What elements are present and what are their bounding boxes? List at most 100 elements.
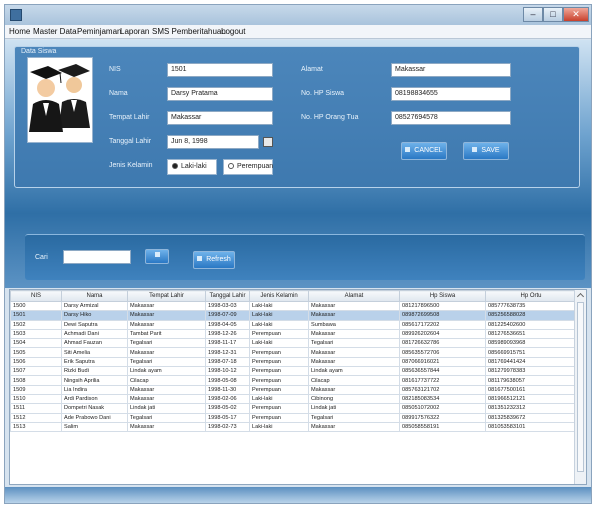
- table-cell: 085669915751: [485, 347, 577, 358]
- table-cell: Makassar: [308, 421, 400, 433]
- calendar-icon[interactable]: [263, 137, 273, 147]
- table-cell: Perempuan: [249, 375, 309, 386]
- field-alamat[interactable]: Makassar: [391, 63, 511, 77]
- search-button[interactable]: [145, 249, 169, 264]
- table-cell: 1505: [10, 347, 62, 358]
- table-cell: Tegalsari: [308, 412, 400, 423]
- student-avatar: [27, 57, 93, 143]
- table-row[interactable]: 1500 Darsy Armizal Makassar 1998-03-03 Laki-…: [10, 300, 577, 312]
- refresh-button[interactable]: Refresh: [193, 251, 235, 269]
- table-cell: Makassar: [308, 356, 400, 368]
- table-row[interactable]: 1506 Erik Saputra Tegalsari 1998-07-18 Perem…: [10, 356, 577, 368]
- table-cell: Perempuan: [249, 356, 309, 368]
- column-header[interactable]: Hp Ortu: [485, 290, 577, 302]
- table-cell: 081325839672: [485, 412, 577, 423]
- table-row[interactable]: 1507 Rizki Budi Lindak ayam 1998-10-12 Perem…: [10, 366, 577, 377]
- cancel-button-label: CANCEL: [414, 147, 443, 154]
- table-cell: 081617737722: [399, 375, 486, 386]
- table-row[interactable]: 1508 Ningsih Aprilia Cilacap 1998-05-08 Pere…: [10, 375, 577, 386]
- search-icon: [154, 252, 160, 257]
- scroll-up-icon[interactable]: [576, 292, 585, 301]
- column-header[interactable]: Tempat Lahir: [127, 290, 206, 302]
- search-input[interactable]: [63, 250, 131, 264]
- table-row[interactable]: 1513 Salim Makassar 1998-02-73 Laki-laki Maka…: [10, 421, 577, 433]
- column-header[interactable]: Hp Siswa: [399, 290, 486, 302]
- table-cell: Rizki Budi: [61, 366, 128, 377]
- vertical-scrollbar[interactable]: [574, 290, 586, 484]
- table-cell: Laki-laki: [249, 310, 309, 321]
- menu-master-data[interactable]: Master Data: [33, 27, 77, 36]
- search-bar: Cari Refresh: [25, 234, 585, 280]
- column-header[interactable]: NIS: [10, 290, 62, 302]
- table-cell: 081351232312: [485, 403, 577, 414]
- radio-laki-laki-label: Laki-laki: [181, 163, 207, 170]
- table-row[interactable]: 1512 Ade Prabowo Dani Tegalsari 1998-05-17 P…: [10, 412, 577, 423]
- table-cell: 1506: [10, 356, 62, 368]
- table-row[interactable]: 1503 Achmadi Dani Tambat Parit 1998-12-26 Pe…: [10, 328, 577, 340]
- field-tanggal-lahir[interactable]: Jun 8, 1998: [167, 135, 259, 149]
- title-bar[interactable]: – □ ✕: [5, 5, 591, 25]
- table-cell: 1998-03-03: [205, 300, 250, 312]
- table-cell: Laki-laki: [249, 319, 309, 330]
- column-header[interactable]: Alamat: [308, 290, 400, 302]
- save-button[interactable]: SAVE: [463, 142, 509, 160]
- table-cell: 1500: [10, 300, 62, 312]
- radio-laki-laki[interactable]: Laki-laki: [167, 159, 217, 175]
- minimize-button[interactable]: –: [523, 7, 543, 22]
- column-header[interactable]: Jenis Kelamin: [249, 290, 309, 302]
- table-row[interactable]: 1502 Dewi Saputra Makassar 1998-04-05 Laki-l…: [10, 319, 577, 330]
- table-cell: 081276536651: [485, 328, 577, 340]
- table-cell: 085256588028: [485, 310, 577, 321]
- table-cell: 085636557844: [399, 366, 486, 377]
- table-cell: Tegalsari: [127, 338, 206, 349]
- table-cell: 1504: [10, 338, 62, 349]
- table-cell: Makassar: [127, 319, 206, 330]
- table-cell: Makassar: [308, 300, 400, 312]
- table-cell: 1503: [10, 328, 62, 340]
- table-cell: Lindak ayam: [308, 366, 400, 377]
- table-cell: Makassar: [127, 347, 206, 358]
- table-body: 1500 Darsy Armizal Makassar 1998-03-03 Laki-…: [10, 300, 577, 433]
- table-row[interactable]: 1501 Darsy Hiko Makassar 1998-07-09 Laki-lak…: [10, 310, 577, 321]
- table-row[interactable]: 1504 Ahmad Fauzan Tegalsari 1998-11-17 Laki-…: [10, 338, 577, 349]
- table-row[interactable]: 1510 Ardi Pardison Makassar 1998-02-06 Laki-…: [10, 393, 577, 405]
- scroll-thumb[interactable]: [577, 302, 584, 472]
- column-header[interactable]: Tanggal Lahir: [205, 290, 250, 302]
- field-tempat-lahir[interactable]: Makassar: [167, 111, 273, 125]
- table-cell: 1998-02-73: [205, 421, 250, 433]
- table-cell: Cilacap: [127, 375, 206, 386]
- panel-title: Data Siswa: [21, 48, 57, 55]
- table-cell: 081966512121: [485, 393, 577, 405]
- menu-bar: Home Master Data Peminjaman Laporan SMS …: [5, 25, 591, 39]
- radio-perempuan[interactable]: Perempuan: [223, 159, 273, 175]
- table-cell: 1998-10-12: [205, 366, 250, 377]
- search-label: Cari: [35, 254, 48, 261]
- label-tanggal-lahir: Tanggal Lahir: [109, 138, 152, 145]
- maximize-button[interactable]: □: [543, 7, 563, 22]
- menu-logout[interactable]: Logout: [221, 27, 245, 36]
- table-cell: 081179638057: [485, 375, 577, 386]
- table-cell: Makassar: [127, 384, 206, 395]
- student-form-panel: Data Siswa NIS 1501 Nama Darsy Pratama T…: [14, 46, 580, 188]
- table-row[interactable]: 1511 Dompetri Nasak Lindak jati 1998-05-02 P…: [10, 403, 577, 414]
- menu-peminjaman[interactable]: Peminjaman: [77, 27, 121, 36]
- table-row[interactable]: 1509 Lia Indira Makassar 1998-11-30 Perempua…: [10, 384, 577, 395]
- table-cell: 1998-11-30: [205, 384, 250, 395]
- field-nama[interactable]: Darsy Pratama: [167, 87, 273, 101]
- table-header: NIS Nama Tempat Lahir Tanggal Lahir Jenis Ke…: [10, 290, 577, 302]
- column-header[interactable]: Nama: [61, 290, 128, 302]
- table-cell: Darsy Hiko: [61, 310, 128, 321]
- table-cell: Ningsih Aprilia: [61, 375, 128, 386]
- menu-sms[interactable]: SMS Pemberitahuan: [152, 27, 226, 36]
- field-no-hp-ortu[interactable]: 08527694578: [391, 111, 511, 125]
- table-cell: 1512: [10, 412, 62, 423]
- table-row[interactable]: 1505 Siti Amelia Makassar 1998-12-31 Perempu…: [10, 347, 577, 358]
- table-cell: Darsy Armizal: [61, 300, 128, 312]
- table-cell: 1502: [10, 319, 62, 330]
- field-nis[interactable]: 1501: [167, 63, 273, 77]
- field-no-hp-siswa[interactable]: 08198834655: [391, 87, 511, 101]
- menu-laporan[interactable]: Laporan: [120, 27, 149, 36]
- menu-home[interactable]: Home: [9, 27, 30, 36]
- close-button[interactable]: ✕: [563, 7, 589, 22]
- cancel-button[interactable]: CANCEL: [401, 142, 447, 160]
